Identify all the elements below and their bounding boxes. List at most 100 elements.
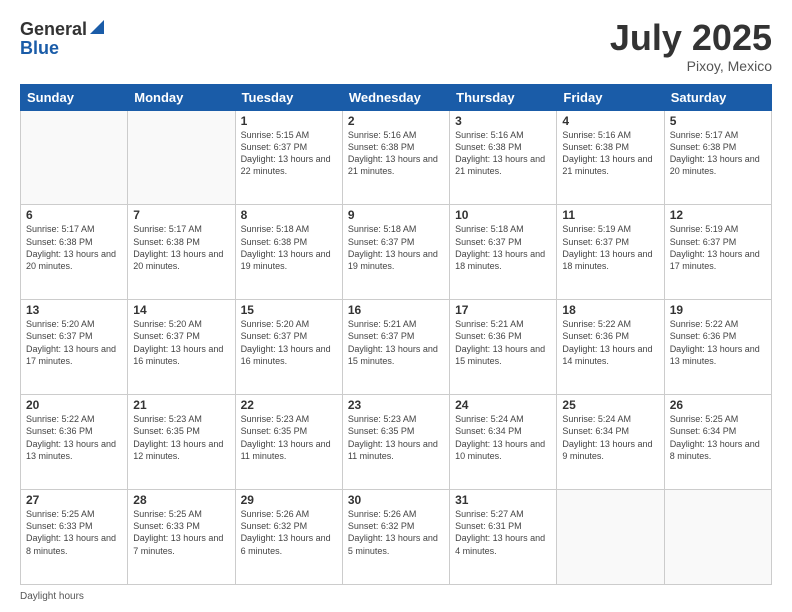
day-info: Sunrise: 5:16 AM Sunset: 6:38 PM Dayligh…: [455, 129, 551, 178]
day-info: Sunrise: 5:16 AM Sunset: 6:38 PM Dayligh…: [562, 129, 658, 178]
col-friday: Friday: [557, 84, 664, 110]
calendar-cell: 13Sunrise: 5:20 AM Sunset: 6:37 PM Dayli…: [21, 300, 128, 395]
calendar-cell: 21Sunrise: 5:23 AM Sunset: 6:35 PM Dayli…: [128, 395, 235, 490]
day-info: Sunrise: 5:19 AM Sunset: 6:37 PM Dayligh…: [562, 223, 658, 272]
calendar-cell: 11Sunrise: 5:19 AM Sunset: 6:37 PM Dayli…: [557, 205, 664, 300]
day-info: Sunrise: 5:25 AM Sunset: 6:33 PM Dayligh…: [26, 508, 122, 557]
day-number: 11: [562, 208, 658, 222]
calendar-header-row: Sunday Monday Tuesday Wednesday Thursday…: [21, 84, 772, 110]
calendar-cell: 23Sunrise: 5:23 AM Sunset: 6:35 PM Dayli…: [342, 395, 449, 490]
day-info: Sunrise: 5:18 AM Sunset: 6:37 PM Dayligh…: [348, 223, 444, 272]
day-info: Sunrise: 5:24 AM Sunset: 6:34 PM Dayligh…: [562, 413, 658, 462]
logo-triangle-icon: [90, 20, 104, 39]
day-number: 26: [670, 398, 766, 412]
calendar-cell: 4Sunrise: 5:16 AM Sunset: 6:38 PM Daylig…: [557, 110, 664, 205]
day-info: Sunrise: 5:22 AM Sunset: 6:36 PM Dayligh…: [562, 318, 658, 367]
day-number: 17: [455, 303, 551, 317]
calendar-cell: [664, 490, 771, 585]
day-number: 19: [670, 303, 766, 317]
col-monday: Monday: [128, 84, 235, 110]
day-number: 28: [133, 493, 229, 507]
title-month: July 2025: [610, 18, 772, 58]
calendar-week-3: 13 Sunrise: 5:20 AM Sunset: 6:37 PM Dayli…: [21, 300, 772, 395]
calendar-cell: 10Sunrise: 5:18 AM Sunset: 6:37 PM Dayli…: [450, 205, 557, 300]
calendar-cell: [557, 490, 664, 585]
day-number: 31: [455, 493, 551, 507]
calendar-cell: 18Sunrise: 5:22 AM Sunset: 6:36 PM Dayli…: [557, 300, 664, 395]
col-wednesday: Wednesday: [342, 84, 449, 110]
day-number: 25: [562, 398, 658, 412]
day-number: 12: [670, 208, 766, 222]
day-number: 24: [455, 398, 551, 412]
calendar-cell: 26Sunrise: 5:25 AM Sunset: 6:34 PM Dayli…: [664, 395, 771, 490]
calendar-cell: 22Sunrise: 5:23 AM Sunset: 6:35 PM Dayli…: [235, 395, 342, 490]
calendar-cell: 7Sunrise: 5:17 AM Sunset: 6:38 PM Daylig…: [128, 205, 235, 300]
day-number: 15: [241, 303, 337, 317]
day-number: 10: [455, 208, 551, 222]
calendar-cell: 29Sunrise: 5:26 AM Sunset: 6:32 PM Dayli…: [235, 490, 342, 585]
day-info: Sunrise: 5:21 AM Sunset: 6:36 PM Dayligh…: [455, 318, 551, 367]
calendar-cell: 3Sunrise: 5:16 AM Sunset: 6:38 PM Daylig…: [450, 110, 557, 205]
calendar-cell: 1Sunrise: 5:15 AM Sunset: 6:37 PM Daylig…: [235, 110, 342, 205]
col-thursday: Thursday: [450, 84, 557, 110]
day-info: Sunrise: 5:21 AM Sunset: 6:37 PM Dayligh…: [348, 318, 444, 367]
day-number: 14: [133, 303, 229, 317]
calendar-cell: 19Sunrise: 5:22 AM Sunset: 6:36 PM Dayli…: [664, 300, 771, 395]
day-info: Sunrise: 5:22 AM Sunset: 6:36 PM Dayligh…: [26, 413, 122, 462]
col-tuesday: Tuesday: [235, 84, 342, 110]
day-info: Sunrise: 5:20 AM Sunset: 6:37 PM Dayligh…: [241, 318, 337, 367]
calendar-cell: 6Sunrise: 5:17 AM Sunset: 6:38 PM Daylig…: [21, 205, 128, 300]
calendar-cell: 30Sunrise: 5:26 AM Sunset: 6:32 PM Dayli…: [342, 490, 449, 585]
footer: Daylight hours: [20, 591, 772, 602]
calendar-cell: [21, 110, 128, 205]
calendar-week-2: 6Sunrise: 5:17 AM Sunset: 6:38 PM Daylig…: [21, 205, 772, 300]
day-number: 8: [241, 208, 337, 222]
daylight-label: Daylight hours: [20, 591, 84, 602]
day-number: 29: [241, 493, 337, 507]
col-sunday: Sunday: [21, 84, 128, 110]
day-info: Sunrise: 5:17 AM Sunset: 6:38 PM Dayligh…: [26, 223, 122, 272]
calendar-cell: 24Sunrise: 5:24 AM Sunset: 6:34 PM Dayli…: [450, 395, 557, 490]
calendar-cell: 31Sunrise: 5:27 AM Sunset: 6:31 PM Dayli…: [450, 490, 557, 585]
col-saturday: Saturday: [664, 84, 771, 110]
header: General Blue July 2025 Pixoy, Mexico: [20, 18, 772, 74]
day-number: 3: [455, 114, 551, 128]
calendar-week-4: 20Sunrise: 5:22 AM Sunset: 6:36 PM Dayli…: [21, 395, 772, 490]
day-info: Sunrise: 5:25 AM Sunset: 6:34 PM Dayligh…: [670, 413, 766, 462]
day-info: Sunrise: 5:23 AM Sunset: 6:35 PM Dayligh…: [241, 413, 337, 462]
day-number: 23: [348, 398, 444, 412]
day-number: 9: [348, 208, 444, 222]
calendar-cell: [128, 110, 235, 205]
day-number: 22: [241, 398, 337, 412]
logo: General Blue: [20, 18, 104, 57]
day-info: Sunrise: 5:20 AM Sunset: 6:37 PM Dayligh…: [133, 318, 229, 367]
logo-blue-text: Blue: [20, 39, 59, 57]
logo-general-text: General: [20, 20, 87, 38]
calendar-cell: 27Sunrise: 5:25 AM Sunset: 6:33 PM Dayli…: [21, 490, 128, 585]
day-info: Sunrise: 5:24 AM Sunset: 6:34 PM Dayligh…: [455, 413, 551, 462]
calendar-cell: 14Sunrise: 5:20 AM Sunset: 6:37 PM Dayli…: [128, 300, 235, 395]
day-number: 5: [670, 114, 766, 128]
day-info: Sunrise: 5:17 AM Sunset: 6:38 PM Dayligh…: [133, 223, 229, 272]
calendar-cell: 16Sunrise: 5:21 AM Sunset: 6:37 PM Dayli…: [342, 300, 449, 395]
day-info: Sunrise: 5:26 AM Sunset: 6:32 PM Dayligh…: [241, 508, 337, 557]
day-number: 27: [26, 493, 122, 507]
calendar-cell: 17Sunrise: 5:21 AM Sunset: 6:36 PM Dayli…: [450, 300, 557, 395]
calendar-cell: 5Sunrise: 5:17 AM Sunset: 6:38 PM Daylig…: [664, 110, 771, 205]
day-info: Sunrise: 5:25 AM Sunset: 6:33 PM Dayligh…: [133, 508, 229, 557]
calendar-week-1: 1Sunrise: 5:15 AM Sunset: 6:37 PM Daylig…: [21, 110, 772, 205]
day-info: Sunrise: 5:19 AM Sunset: 6:37 PM Dayligh…: [670, 223, 766, 272]
calendar-cell: 28Sunrise: 5:25 AM Sunset: 6:33 PM Dayli…: [128, 490, 235, 585]
day-info: Sunrise: 5:22 AM Sunset: 6:36 PM Dayligh…: [670, 318, 766, 367]
day-info: Sunrise: 5:16 AM Sunset: 6:38 PM Dayligh…: [348, 129, 444, 178]
day-info: Sunrise: 5:18 AM Sunset: 6:38 PM Dayligh…: [241, 223, 337, 272]
day-number: 7: [133, 208, 229, 222]
day-info: Sunrise: 5:17 AM Sunset: 6:38 PM Dayligh…: [670, 129, 766, 178]
title-location: Pixoy, Mexico: [610, 58, 772, 74]
day-info: Sunrise: 5:27 AM Sunset: 6:31 PM Dayligh…: [455, 508, 551, 557]
day-number: 20: [26, 398, 122, 412]
day-number: 30: [348, 493, 444, 507]
calendar-cell: 9Sunrise: 5:18 AM Sunset: 6:37 PM Daylig…: [342, 205, 449, 300]
day-number: 13: [26, 303, 122, 317]
day-info: Sunrise: 5:15 AM Sunset: 6:37 PM Dayligh…: [241, 129, 337, 178]
